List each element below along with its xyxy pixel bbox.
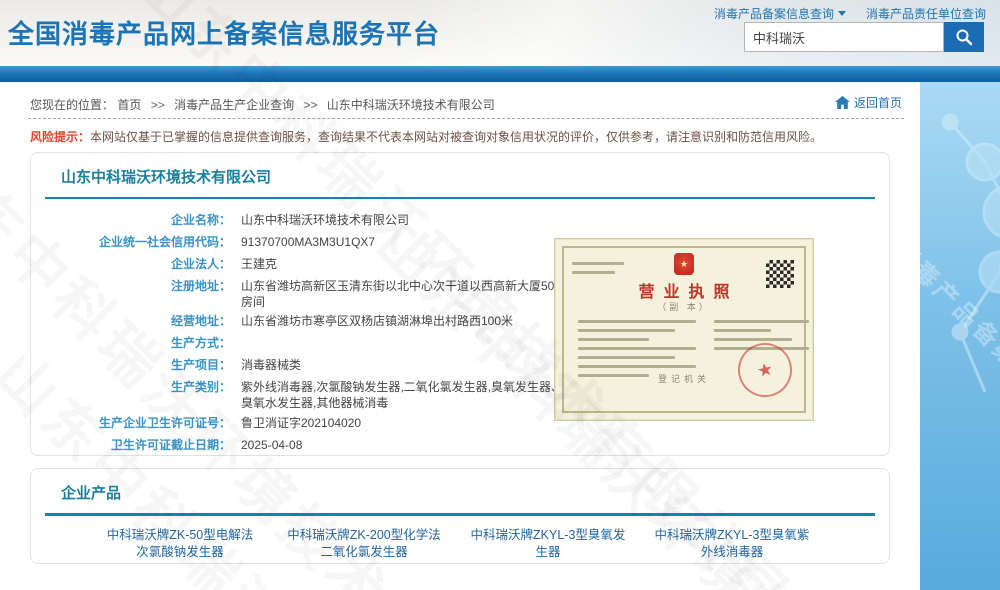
company-fields: 企业名称： 山东中科瑞沃环境技术有限公司 企业统一社会信用代码： 9137070… — [31, 209, 591, 456]
risk-notice-text: 本网站仅基于已掌握的信息提供查询服务，查询结果不代表本网站对被查询对象信用状况的… — [90, 130, 822, 144]
license-text-bar — [714, 338, 792, 341]
product-link-zk200[interactable]: 中科瑞沃牌ZK-200型化学法二氧化氯发生器 — [285, 527, 443, 561]
field-value: 紫外线消毒器,次氯酸钠发生器,二氧化氯发生器,臭氧发生器、臭氧水发生器,其他器械… — [241, 379, 571, 411]
license-text-bar — [578, 347, 696, 350]
field-row-license-expiry: 卫生许可证截止日期： 2025-04-08 — [31, 434, 591, 456]
field-label: 企业法人： — [31, 256, 231, 272]
company-info-card: 山东中科瑞沃环境技术有限公司 企业名称： 山东中科瑞沃环境技术有限公司 企业统一… — [30, 152, 890, 456]
home-icon — [835, 96, 850, 109]
page: 全国消毒产品网上备案信息服务平台 消毒产品备案信息查询 消毒产品责任单位查询 — [0, 0, 1000, 590]
site-title: 全国消毒产品网上备案信息服务平台 — [8, 14, 440, 51]
top-nav: 消毒产品备案信息查询 消毒产品责任单位查询 — [714, 5, 986, 22]
field-label: 生产方式： — [31, 335, 231, 351]
breadcrumb-label: 您现在的位置： — [30, 98, 114, 112]
field-row-business-address: 经营地址： 山东省潍坊市寒亭区双杨店镇湖淋埠出村路西100米 — [31, 310, 591, 332]
company-name-title: 山东中科瑞沃环境技术有限公司 — [61, 166, 271, 187]
license-text-bar — [572, 262, 624, 265]
chevron-down-icon — [838, 11, 846, 16]
field-value: 2025-04-08 — [241, 437, 571, 453]
field-label: 卫生许可证截止日期： — [31, 437, 231, 453]
product-link-zk50[interactable]: 中科瑞沃牌ZK-50型电解法次氯酸钠发生器 — [101, 527, 259, 561]
nav-link-record-query[interactable]: 消毒产品备案信息查询 — [714, 5, 846, 22]
risk-notice: 风险提示：本网站仅基于已掌握的信息提供查询服务，查询结果不代表本网站对被查询对象… — [30, 128, 822, 145]
field-label: 经营地址： — [31, 313, 231, 329]
license-text-bar — [714, 329, 771, 332]
field-row-legal-person: 企业法人： 王建克 — [31, 253, 591, 275]
breadcrumb: 您现在的位置： 首页 >> 消毒产品生产企业查询 >> 山东中科瑞沃环境技术有限… — [30, 96, 495, 113]
field-row-production-item: 生产项目： 消毒器械类 — [31, 354, 591, 376]
field-value: 山东省潍坊市寒亭区双杨店镇湖淋埠出村路西100米 — [241, 313, 571, 329]
field-label: 生产企业卫生许可证号： — [31, 415, 231, 431]
breadcrumb-separator: >> — [151, 98, 165, 112]
license-text-bar — [572, 271, 615, 274]
field-value: 王建克 — [241, 256, 571, 272]
back-home-link[interactable]: 返回首页 — [835, 94, 902, 111]
field-label: 注册地址： — [31, 278, 231, 294]
business-license-image: ★ 营业执照 （副 本） — [554, 238, 814, 421]
breadcrumb-divider — [28, 118, 904, 119]
nav-link-unit-query[interactable]: 消毒产品责任单位查询 — [866, 5, 986, 22]
field-label: 企业统一社会信用代码： — [31, 234, 231, 250]
main-content: 您现在的位置： 首页 >> 消毒产品生产企业查询 >> 山东中科瑞沃环境技术有限… — [0, 82, 920, 590]
product-link-zkyl3-ozone[interactable]: 中科瑞沃牌ZKYL-3型臭氧发生器 — [469, 527, 627, 561]
license-text-bar — [578, 320, 696, 323]
field-label: 企业名称： — [31, 212, 231, 228]
search-input[interactable] — [744, 22, 944, 52]
nav-link-label: 消毒产品责任单位查询 — [866, 5, 986, 22]
nav-link-label: 消毒产品备案信息查询 — [714, 5, 834, 22]
license-text-bar — [714, 320, 809, 323]
field-row-hygiene-license-no: 生产企业卫生许可证号： 鲁卫消证字202104020 — [31, 412, 591, 434]
company-products-card: 企业产品 中科瑞沃牌ZK-50型电解法次氯酸钠发生器 中科瑞沃牌ZK-200型化… — [30, 468, 890, 564]
breadcrumb-separator: >> — [303, 98, 317, 112]
search-icon — [955, 28, 973, 46]
breadcrumb-home-link[interactable]: 首页 — [117, 98, 141, 112]
license-text-bar — [578, 356, 675, 359]
products-list: 中科瑞沃牌ZK-50型电解法次氯酸钠发生器 中科瑞沃牌ZK-200型化学法二氧化… — [101, 527, 811, 561]
products-section-title: 企业产品 — [61, 482, 121, 503]
card-title-rule — [45, 197, 875, 199]
license-text-bar — [578, 329, 675, 332]
site-header: 全国消毒产品网上备案信息服务平台 消毒产品备案信息查询 消毒产品责任单位查询 — [0, 0, 1000, 66]
field-label: 生产项目： — [31, 357, 231, 373]
breadcrumb-query-link[interactable]: 消毒产品生产企业查询 — [174, 98, 294, 112]
products-title-rule — [45, 513, 875, 516]
license-title: 营业执照 — [564, 278, 804, 302]
license-text-bar — [578, 365, 696, 368]
field-row-registered-address: 注册地址： 山东省潍坊高新区玉清东街以北中心次干道以西高新大厦502房间 — [31, 275, 591, 310]
national-emblem-icon: ★ — [674, 253, 694, 275]
search-bar — [744, 22, 984, 52]
field-label: 生产类别： — [31, 379, 231, 395]
field-row-company-name: 企业名称： 山东中科瑞沃环境技术有限公司 — [31, 209, 591, 231]
risk-notice-label: 风险提示： — [30, 130, 90, 144]
field-value: 山东中科瑞沃环境技术有限公司 — [241, 212, 571, 228]
nav-bar — [0, 66, 1000, 82]
license-text-bar — [578, 338, 649, 341]
field-value: 消毒器械类 — [241, 357, 571, 373]
field-value: 山东省潍坊高新区玉清东街以北中心次干道以西高新大厦502房间 — [241, 278, 571, 310]
field-row-production-category: 生产类别： 紫外线消毒器,次氯酸钠发生器,二氧化氯发生器,臭氧发生器、臭氧水发生… — [31, 376, 591, 412]
field-row-production-mode: 生产方式： — [31, 332, 591, 354]
field-value: 91370700MA3M3U1QX7 — [241, 234, 571, 250]
license-frame: ★ 营业执照 （副 本） — [562, 246, 806, 413]
product-link-zkyl3-uv[interactable]: 中科瑞沃牌ZKYL-3型臭氧紫外线消毒器 — [653, 527, 811, 561]
back-home-label: 返回首页 — [854, 94, 902, 111]
field-row-credit-code: 企业统一社会信用代码： 91370700MA3M3U1QX7 — [31, 231, 591, 253]
field-value: 鲁卫消证字202104020 — [241, 415, 571, 431]
right-decor-strip: 消毒产品备案信息服务平台 — [920, 82, 1000, 590]
breadcrumb-current: 山东中科瑞沃环境技术有限公司 — [327, 98, 495, 112]
search-button[interactable] — [944, 22, 984, 52]
license-subtitle: （副 本） — [564, 300, 804, 313]
